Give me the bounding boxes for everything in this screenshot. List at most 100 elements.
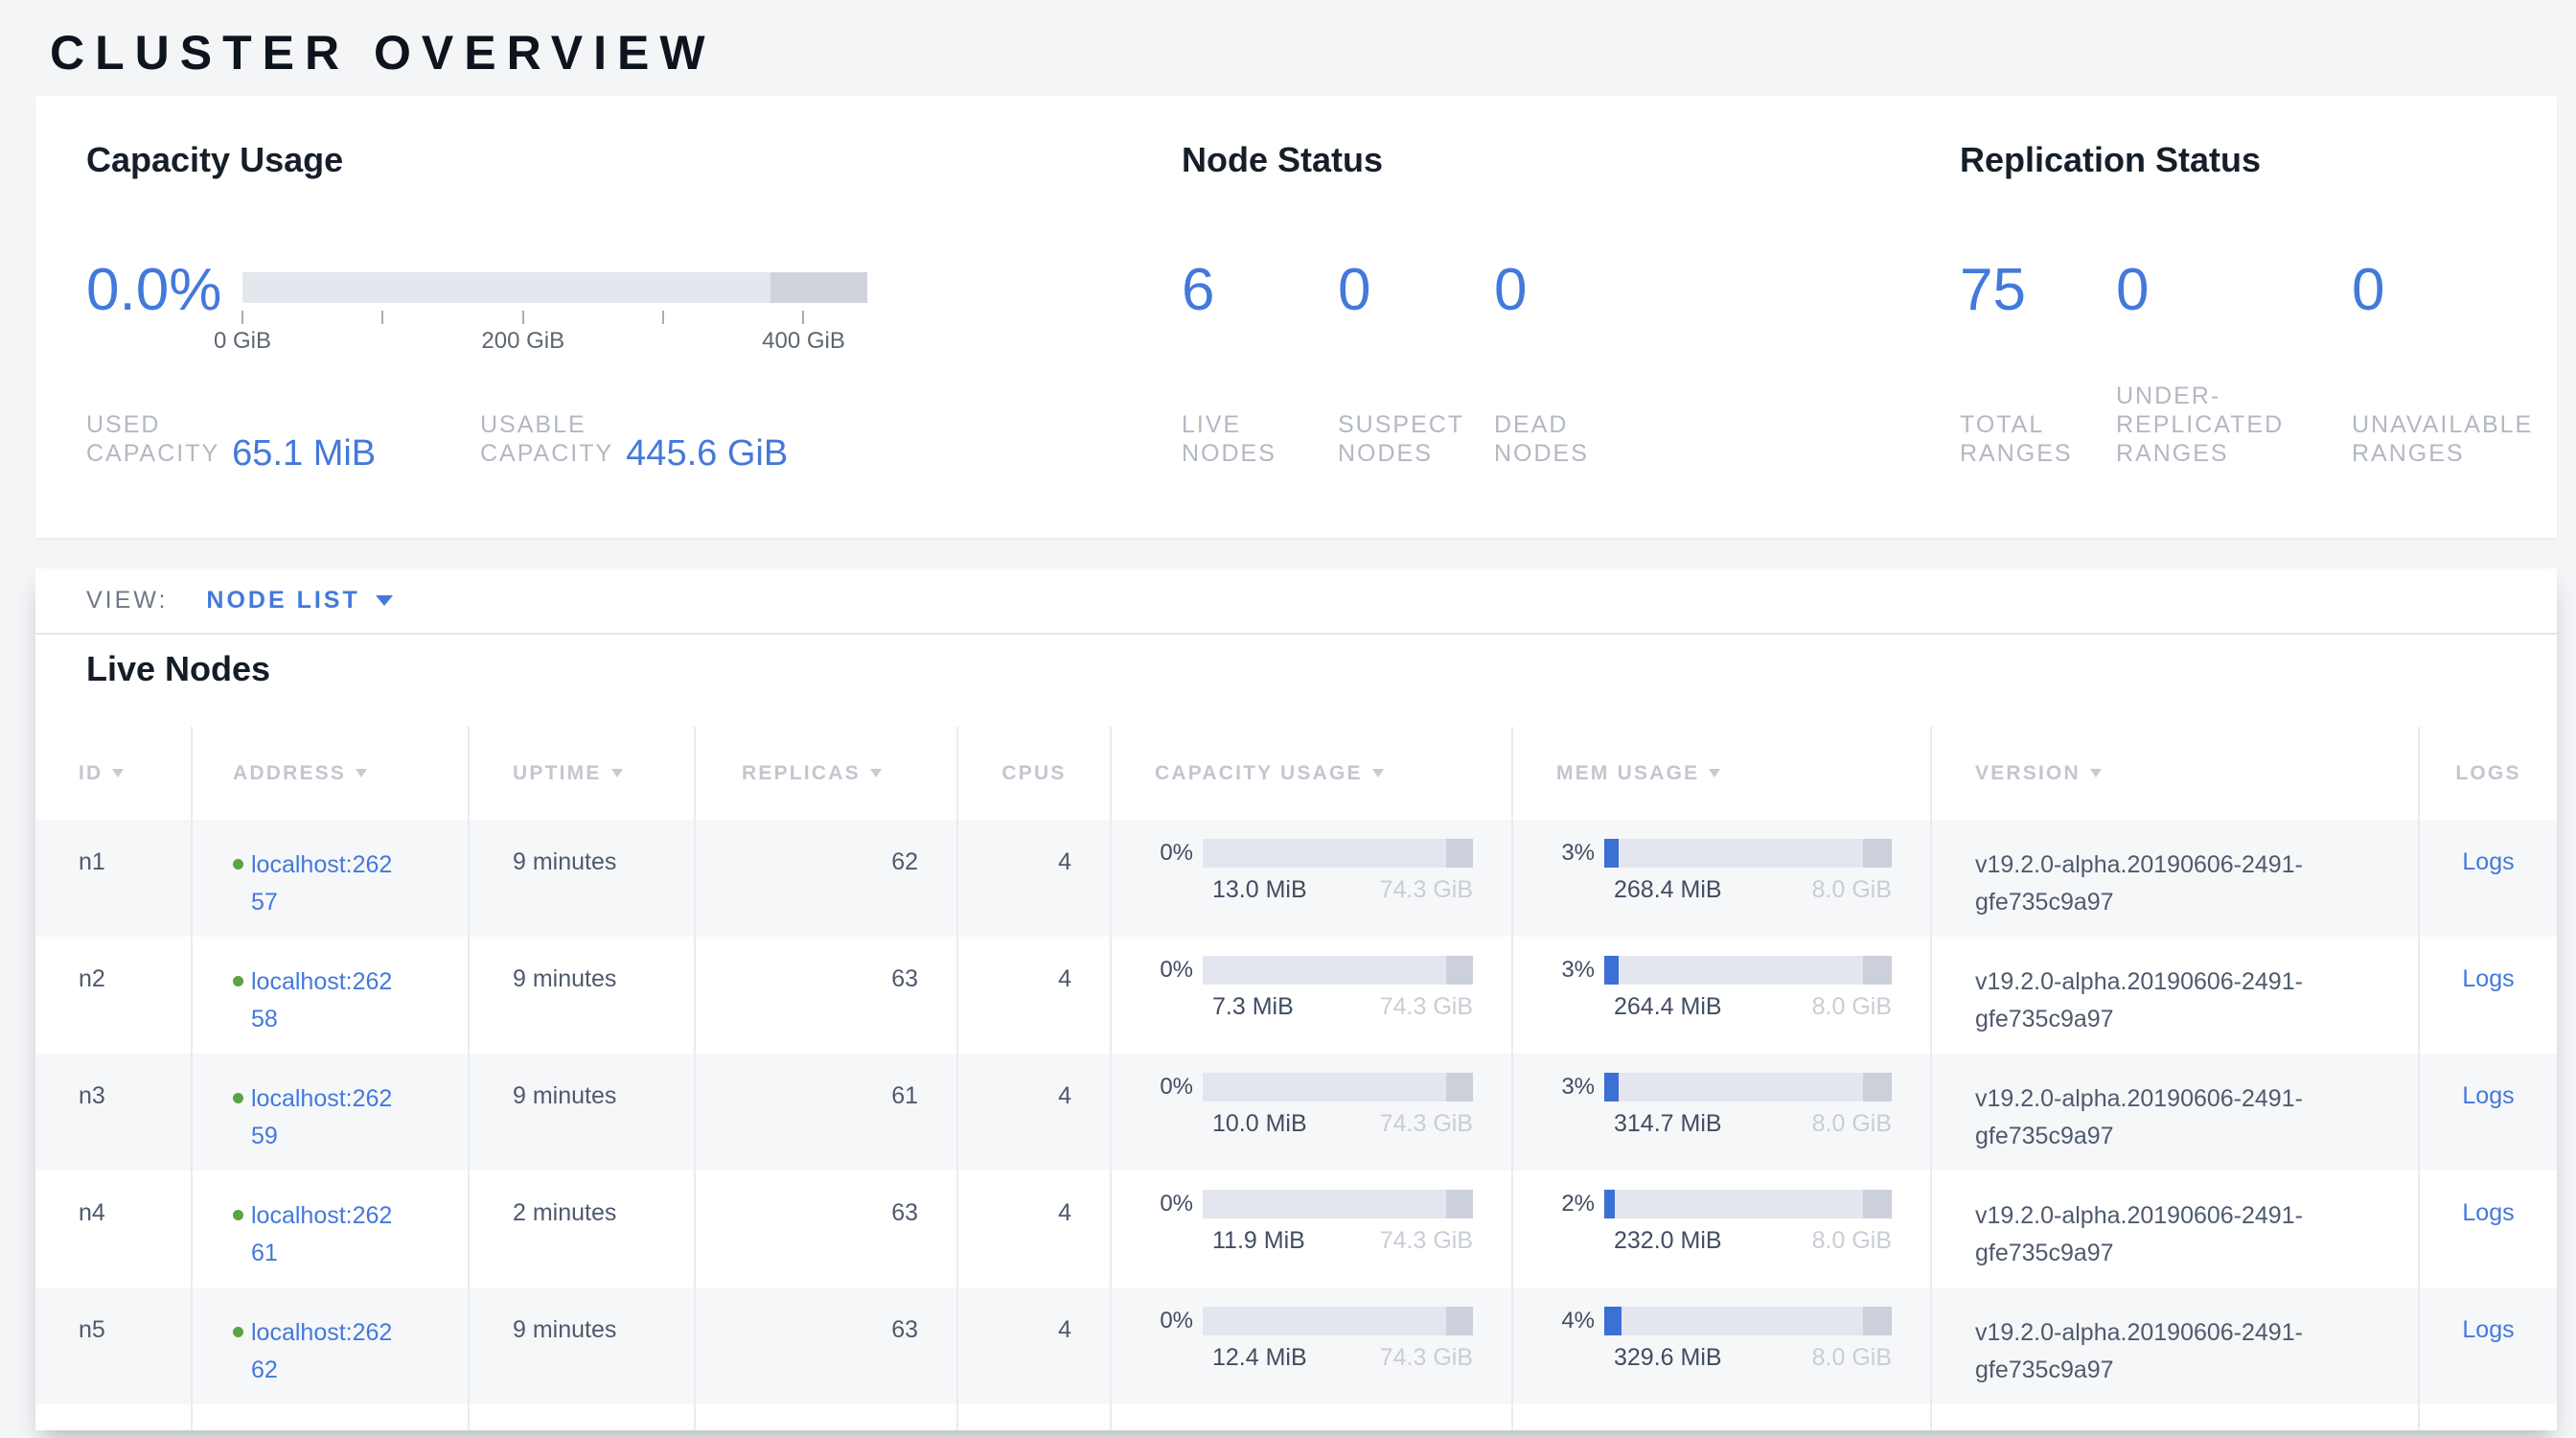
logs-cell: Logs <box>2420 1171 2557 1287</box>
column-header-id[interactable]: ID <box>35 727 193 820</box>
capacity-usage-cell: 0% 12.4 MiB 74.3 GiB <box>1112 1287 1513 1404</box>
column-header-capacity-usage[interactable]: CAPACITY USAGE <box>1112 727 1513 820</box>
sort-caret-icon <box>112 769 124 777</box>
table-body: n1 localhost:26257 9 minutes 62 4 0% 13.… <box>35 820 2557 1430</box>
uptime-cell: 2 minutes <box>470 1171 696 1287</box>
stat-label: UNAVAILABLERANGES <box>2352 410 2533 468</box>
summary-stat: 0 UNDER-REPLICATEDRANGES <box>2116 261 2352 468</box>
replicas-cell: 63 <box>696 1171 958 1287</box>
cluster-summary-panel: Capacity Usage Node Status Replication S… <box>35 96 2557 538</box>
live-nodes-heading: Live Nodes <box>86 649 270 689</box>
usage-bar-fill <box>1604 1073 1619 1102</box>
axis-tick <box>522 311 524 324</box>
usage-used-value: 12.4 MiB <box>1212 1344 1307 1372</box>
stat-label: TOTALRANGES <box>1960 410 2073 468</box>
usage-bar <box>1203 839 1473 868</box>
usage-total-value: 8.0 GiB <box>1812 993 1892 1021</box>
node-address-link[interactable]: localhost:26262 <box>251 1319 392 1383</box>
logs-link[interactable]: Logs <box>2462 1316 2514 1343</box>
logs-link[interactable]: Logs <box>2462 965 2514 992</box>
replication-status-heading: Replication Status <box>1960 140 2261 180</box>
axis-tick-label: 0 GiB <box>214 328 271 355</box>
usage-bar-cap <box>1446 956 1473 985</box>
table-row: n5 localhost:26262 9 minutes 63 4 0% 12.… <box>35 1287 2557 1404</box>
view-label: VIEW: <box>86 587 168 615</box>
node-id: n5 <box>35 1287 193 1404</box>
usage-percent: 0% <box>1125 1074 1203 1101</box>
mem-usage-cell: 3% 314.7 MiB 8.0 GiB <box>1513 1054 1932 1171</box>
cpus-cell: 4 <box>958 1287 1112 1404</box>
axis-tick <box>802 311 804 324</box>
usage-total-value: 8.0 GiB <box>1812 1344 1892 1372</box>
node-list-dropdown[interactable]: NODE LIST <box>206 587 392 615</box>
axis-tick-label: 400 GiB <box>762 328 845 355</box>
stat-label: LIVENODES <box>1182 410 1276 468</box>
usage-used-value: 329.6 MiB <box>1614 1344 1722 1372</box>
usage-used-value: 314.7 MiB <box>1614 1110 1722 1138</box>
version-cell: v19.2.0-alpha.20190606-2491-gfe735c9a97 <box>1932 1287 2420 1404</box>
node-id: n2 <box>35 937 193 1054</box>
node-address-cell: localhost:26259 <box>193 1054 470 1171</box>
table-row: n3 localhost:26259 9 minutes 61 4 0% 10.… <box>35 1054 2557 1171</box>
node-address-link[interactable]: localhost:26258 <box>251 968 392 1032</box>
logs-link[interactable]: Logs <box>2462 848 2514 875</box>
summary-stat: 75 TOTALRANGES <box>1960 261 2116 468</box>
usage-total-value: 74.3 GiB <box>1380 993 1473 1021</box>
mem-usage-cell: 4% 329.6 MiB 8.0 GiB <box>1513 1287 1932 1404</box>
node-address-link[interactable]: localhost:26261 <box>251 1202 392 1266</box>
node-address-link[interactable]: localhost:26259 <box>251 1085 392 1149</box>
uptime-cell: 9 minutes <box>470 820 696 937</box>
usage-bar-cap <box>1863 1073 1892 1102</box>
usage-bar <box>1604 956 1892 985</box>
usage-percent: 2% <box>1527 1191 1604 1218</box>
usage-bar <box>1604 839 1892 868</box>
usage-percent: 3% <box>1527 840 1604 867</box>
used-capacity-value: 65.1 MiB <box>232 433 376 475</box>
column-header-version[interactable]: VERSION <box>1932 727 2420 820</box>
chevron-down-icon <box>376 595 393 606</box>
sort-caret-icon <box>2090 769 2102 777</box>
page-title: CLUSTER OVERVIEW <box>50 25 716 81</box>
uptime-cell: 9 minutes <box>470 1287 696 1404</box>
usage-bar <box>1604 1307 1892 1335</box>
sort-caret-icon <box>870 769 882 777</box>
summary-stat: 0 DEADNODES <box>1494 261 1650 468</box>
replicas-cell: 63 <box>696 1287 958 1404</box>
column-header-uptime[interactable]: UPTIME <box>470 727 696 820</box>
usage-bar-cap <box>1863 839 1892 868</box>
usage-bar-fill <box>1604 1307 1622 1335</box>
node-address-link[interactable]: localhost:26257 <box>251 851 392 916</box>
logs-link[interactable]: Logs <box>2462 1082 2514 1109</box>
node-address-cell: localhost:26261 <box>193 1171 470 1287</box>
usage-bar-fill <box>1604 956 1619 985</box>
node-address-cell: localhost:26262 <box>193 1287 470 1404</box>
column-header-address[interactable]: ADDRESS <box>193 727 470 820</box>
usage-percent: 4% <box>1527 1308 1604 1334</box>
usage-percent: 0% <box>1125 1308 1203 1334</box>
mem-usage-cell: 2% 232.0 MiB 8.0 GiB <box>1513 1171 1932 1287</box>
usage-bar <box>1203 1073 1473 1102</box>
usage-total-value: 8.0 GiB <box>1812 1227 1892 1255</box>
usage-used-value: 268.4 MiB <box>1614 876 1722 904</box>
sort-caret-icon <box>611 769 623 777</box>
column-header-logs: LOGS <box>2420 727 2557 820</box>
column-header-replicas[interactable]: REPLICAS <box>696 727 958 820</box>
axis-tick <box>242 311 243 324</box>
axis-tick-label: 200 GiB <box>481 328 564 355</box>
usable-capacity-stat: USABLECAPACITY 445.6 GiB <box>480 410 788 468</box>
capacity-usage-cell: 0% 10.0 MiB 74.3 GiB <box>1112 1054 1513 1171</box>
logs-link[interactable]: Logs <box>2462 1199 2514 1226</box>
usage-bar <box>1203 956 1473 985</box>
node-live-status-dot <box>233 859 243 870</box>
column-header-mem-usage[interactable]: MEM USAGE <box>1513 727 1932 820</box>
node-live-status-dot <box>233 1210 243 1220</box>
view-bar: VIEW: NODE LIST <box>35 568 2557 635</box>
axis-tick <box>662 311 664 324</box>
usage-bar-cap <box>1446 1190 1473 1218</box>
logs-cell: Logs <box>2420 1054 2557 1171</box>
capacity-usage-cell: 0% 7.3 MiB 74.3 GiB <box>1112 937 1513 1054</box>
sort-caret-icon <box>1372 769 1384 777</box>
used-capacity-label: USEDCAPACITY <box>86 410 219 468</box>
summary-stat: 0 SUSPECTNODES <box>1338 261 1494 468</box>
used-capacity-stat: USEDCAPACITY 65.1 MiB <box>86 410 376 468</box>
